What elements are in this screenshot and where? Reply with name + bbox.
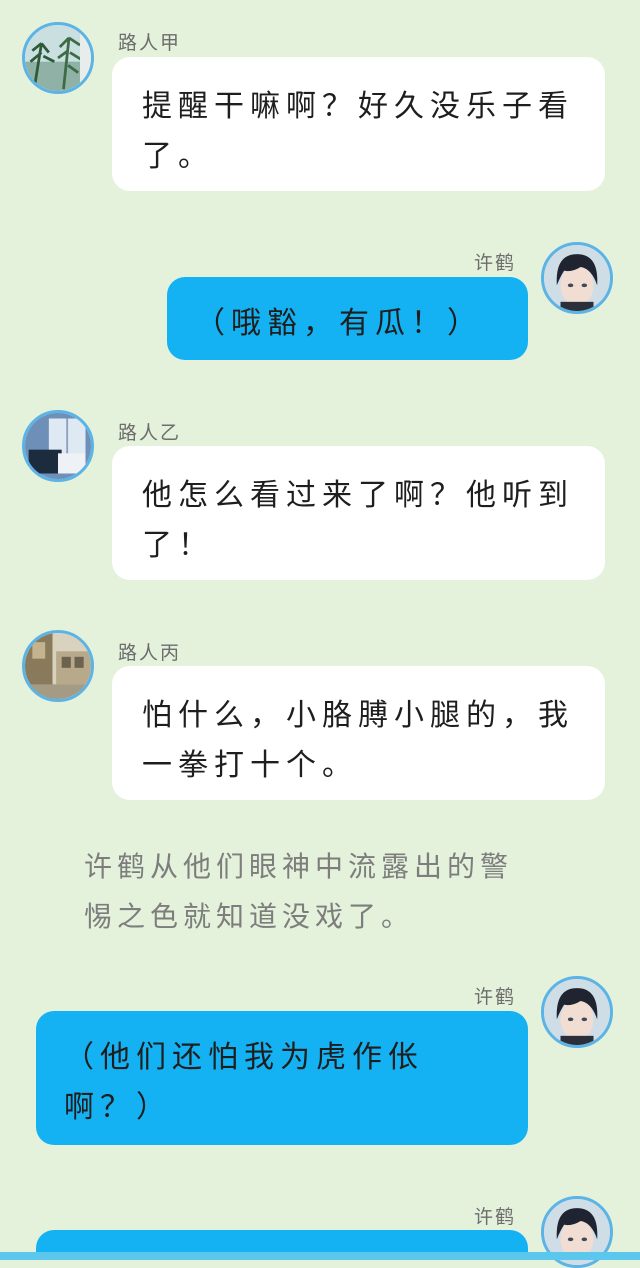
message-bubble[interactable]: 提醒干嘛啊？好久没乐子看了。 xyxy=(112,57,605,191)
sender-name: 路人乙 xyxy=(118,422,182,444)
street-avatar-icon xyxy=(25,633,91,699)
sender-name: 路人甲 xyxy=(118,32,182,54)
avatar-passerby-c[interactable] xyxy=(22,630,94,702)
bottom-edge-bar xyxy=(0,1252,640,1260)
avatar-xu-he[interactable] xyxy=(541,976,613,1048)
message-bubble[interactable]: （哦豁，有瓜！） xyxy=(167,277,528,360)
avatar-passerby-a[interactable] xyxy=(22,22,94,94)
sender-name: 许鹤 xyxy=(474,986,517,1008)
avatar-xu-he[interactable] xyxy=(541,242,613,314)
message-bubble[interactable]: （他们还怕我为虎作伥啊？） xyxy=(36,1011,528,1145)
narration-text: 许鹤从他们眼神中流露出的警惕之色就知道没戏了。 xyxy=(84,850,514,933)
dark-hair-boy-avatar-icon xyxy=(544,245,610,311)
plants-avatar-icon xyxy=(25,25,91,91)
sender-name: 许鹤 xyxy=(474,1206,517,1228)
avatar-passerby-b[interactable] xyxy=(22,410,94,482)
window-room-avatar-icon xyxy=(25,413,91,479)
message-bubble[interactable]: 怕什么，小胳膊小腿的，我一拳打十个。 xyxy=(112,666,605,800)
message-bubble[interactable]: 他怎么看过来了啊？他听到了！ xyxy=(112,446,605,580)
sender-name: 路人丙 xyxy=(118,642,182,664)
dark-hair-boy-avatar-icon xyxy=(544,979,610,1045)
sender-name: 许鹤 xyxy=(474,252,517,274)
